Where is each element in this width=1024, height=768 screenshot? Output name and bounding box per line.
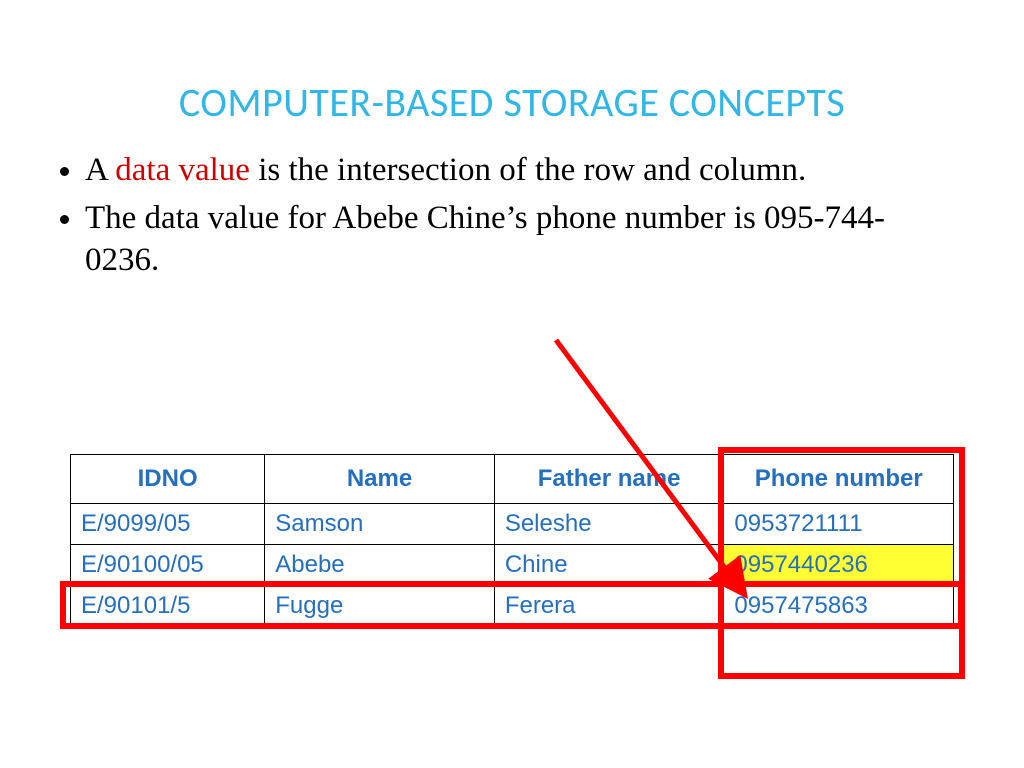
cell-name: Abebe	[265, 545, 495, 586]
cell-phone-highlighted: 0957440236	[724, 545, 954, 586]
cell-father: Chine	[494, 545, 724, 586]
cell-phone: 0953721111	[724, 504, 954, 545]
table-header-row: IDNO Name Father name Phone number	[71, 455, 954, 504]
cell-idno: E/90101/5	[71, 586, 265, 627]
data-table-wrap: IDNO Name Father name Phone number E/909…	[70, 454, 954, 627]
table-row: E/9099/05 Samson Seleshe 0953721111	[71, 504, 954, 545]
slide-title: COMPUTER-BASED STORAGE CONCEPTS	[0, 0, 1024, 127]
table-row: E/90100/05 Abebe Chine 0957440236	[71, 545, 954, 586]
cell-name: Samson	[265, 504, 495, 545]
header-idno: IDNO	[71, 455, 265, 504]
bullet-2: The data value for Abebe Chine’s phone n…	[85, 197, 954, 281]
cell-name: Fugge	[265, 586, 495, 627]
bullet-1-post: is the intersection of the row and colum…	[250, 152, 806, 188]
data-table: IDNO Name Father name Phone number E/909…	[70, 454, 954, 627]
cell-father: Seleshe	[494, 504, 724, 545]
bullet-1-pre: A	[85, 152, 115, 188]
cell-idno: E/90100/05	[71, 545, 265, 586]
bullet-list: A data value is the intersection of the …	[85, 149, 954, 282]
cell-idno: E/9099/05	[71, 504, 265, 545]
bullet-1-term: data value	[115, 152, 250, 188]
header-name: Name	[265, 455, 495, 504]
header-phone: Phone number	[724, 455, 954, 504]
bullet-1: A data value is the intersection of the …	[85, 149, 954, 191]
slide: COMPUTER-BASED STORAGE CONCEPTS A data v…	[0, 0, 1024, 768]
cell-father: Ferera	[494, 586, 724, 627]
header-father: Father name	[494, 455, 724, 504]
table-row: E/90101/5 Fugge Ferera 0957475863	[71, 586, 954, 627]
cell-phone: 0957475863	[724, 586, 954, 627]
